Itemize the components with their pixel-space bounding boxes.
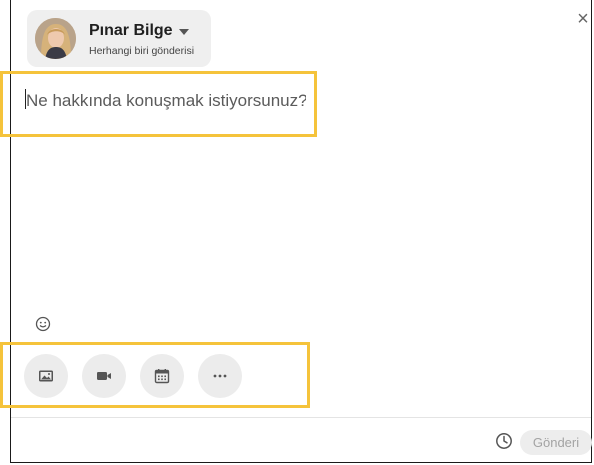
more-options-button[interactable] — [198, 354, 242, 398]
footer-divider — [11, 417, 591, 418]
add-video-button[interactable] — [82, 354, 126, 398]
author-selector[interactable]: Pınar Bilge Herhangi biri gönderisi — [27, 10, 211, 67]
avatar — [35, 18, 76, 59]
compose-text-input[interactable] — [26, 87, 306, 115]
add-photo-button[interactable] — [24, 354, 68, 398]
author-name: Pınar Bilge — [89, 22, 173, 39]
post-button[interactable]: Gönderi — [520, 430, 592, 455]
video-camera-icon — [97, 372, 111, 380]
caret-down-icon — [179, 29, 189, 35]
clock-icon[interactable] — [495, 432, 513, 450]
close-icon[interactable]: × — [574, 9, 592, 29]
add-event-button[interactable] — [140, 354, 184, 398]
emoji-icon[interactable] — [35, 316, 51, 332]
image-icon — [39, 370, 53, 382]
calendar-icon — [154, 369, 170, 384]
more-horizontal-icon — [213, 374, 227, 378]
visibility-label: Herhangi biri gönderisi — [89, 45, 195, 57]
